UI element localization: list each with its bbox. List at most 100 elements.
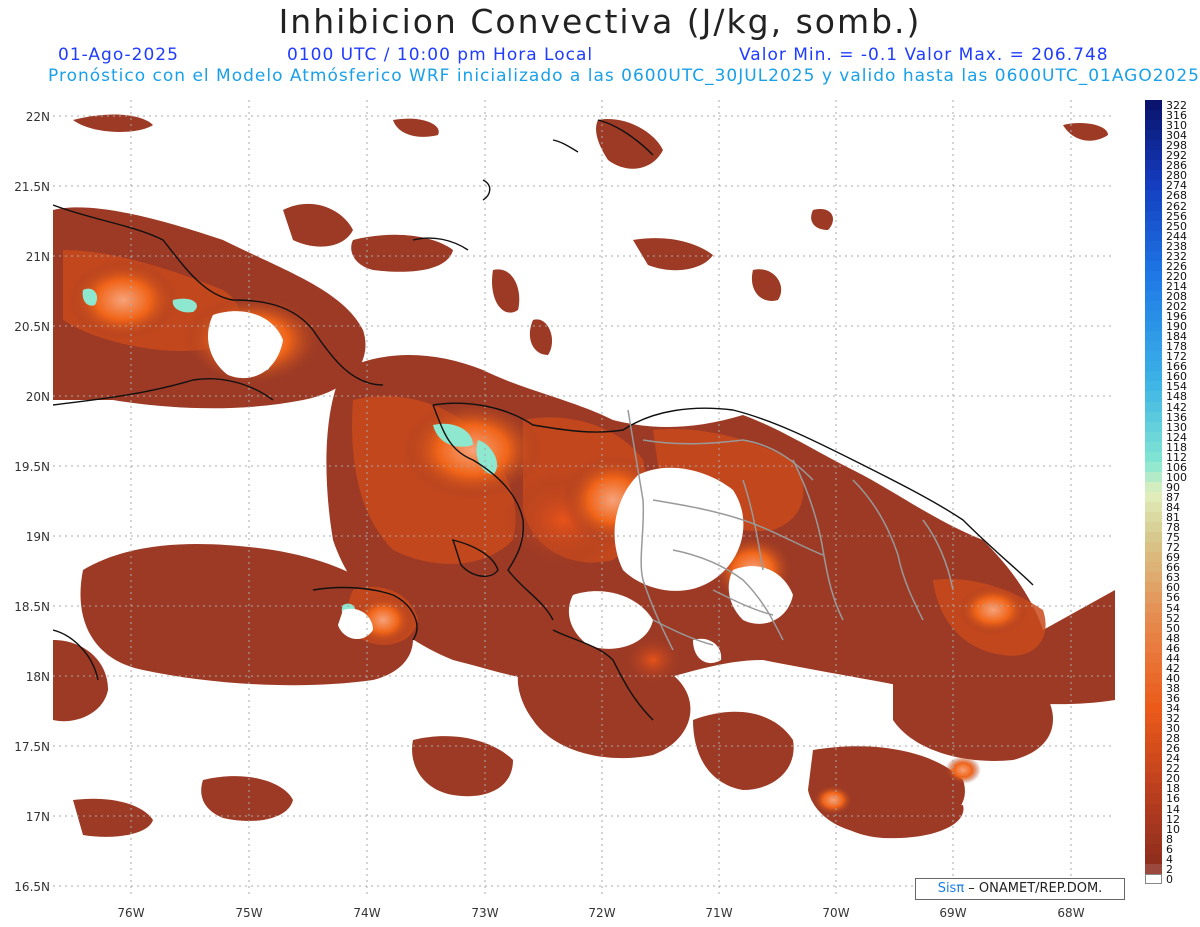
colorbar-segment bbox=[1145, 421, 1162, 433]
colorbar-segment bbox=[1145, 401, 1162, 413]
colorbar-segment bbox=[1145, 190, 1162, 201]
colorbar-segment bbox=[1145, 290, 1162, 302]
colorbar-segment bbox=[1145, 703, 1162, 714]
credit-text: – ONAMET/REP.DOM. bbox=[964, 881, 1103, 896]
colorbar-segment bbox=[1145, 250, 1162, 262]
colorbar-segment bbox=[1145, 270, 1162, 282]
lat-label: 16.5N bbox=[14, 880, 50, 894]
colorbar-segment bbox=[1145, 381, 1162, 392]
colorbar-segment bbox=[1145, 723, 1162, 734]
colorbar-segment bbox=[1145, 371, 1162, 382]
colorbar-segment bbox=[1145, 150, 1162, 161]
colorbar-segment bbox=[1145, 682, 1162, 694]
colorbar-segment bbox=[1145, 301, 1162, 312]
colorbar-segment bbox=[1145, 823, 1162, 835]
colorbar-label: 0 bbox=[1166, 872, 1173, 886]
sispi-logo: Sisπ bbox=[937, 881, 965, 896]
colorbar-segment bbox=[1145, 602, 1162, 614]
forecast-map bbox=[53, 100, 1115, 895]
colorbar-segment bbox=[1145, 743, 1162, 754]
lat-label: 18.5N bbox=[14, 600, 50, 614]
colorbar-segment bbox=[1145, 130, 1162, 141]
colorbar-segment bbox=[1145, 873, 1162, 885]
colorbar-segment bbox=[1145, 733, 1162, 744]
lon-label: 73W bbox=[471, 906, 499, 920]
colorbar-segment bbox=[1145, 240, 1162, 252]
colorbar-segment bbox=[1145, 843, 1162, 855]
lat-label: 20N bbox=[25, 390, 50, 404]
lon-label: 68W bbox=[1057, 906, 1085, 920]
forecast-date: 01-Ago-2025 bbox=[58, 45, 179, 65]
colorbar-segment bbox=[1145, 341, 1162, 352]
lat-label: 21.5N bbox=[14, 180, 50, 194]
colorbar-segment bbox=[1145, 461, 1162, 473]
colorbar-segment bbox=[1145, 622, 1162, 634]
lon-label: 72W bbox=[588, 906, 616, 920]
colorbar-segment bbox=[1145, 160, 1162, 171]
colorbar-segment bbox=[1145, 311, 1162, 322]
colorbar-segment bbox=[1145, 210, 1162, 222]
lat-label: 17.5N bbox=[14, 740, 50, 754]
colorbar-segment bbox=[1145, 502, 1162, 513]
colorbar-segment bbox=[1145, 170, 1162, 181]
colorbar-segment bbox=[1145, 110, 1162, 121]
colorbar-segment bbox=[1145, 642, 1162, 654]
colorbar-segment bbox=[1145, 662, 1162, 674]
colorbar-segment bbox=[1145, 592, 1162, 603]
colorbar-segment bbox=[1145, 793, 1162, 804]
colorbar-segment bbox=[1145, 652, 1162, 664]
colorbar-segment bbox=[1145, 280, 1162, 292]
colorbar-segment bbox=[1145, 411, 1162, 423]
model-info: Pronóstico con el Modelo Atmósferico WRF… bbox=[48, 66, 1200, 86]
colorbar-segment bbox=[1145, 260, 1162, 272]
colorbar-segment bbox=[1145, 180, 1162, 191]
colorbar-segment bbox=[1145, 100, 1162, 111]
colorbar-segment bbox=[1145, 773, 1162, 784]
colorbar-segment bbox=[1145, 522, 1162, 533]
colorbar-segment bbox=[1145, 361, 1162, 372]
lat-label: 22N bbox=[25, 110, 50, 124]
lat-label: 19N bbox=[25, 530, 50, 544]
lon-label: 71W bbox=[705, 906, 733, 920]
colorbar-segment bbox=[1145, 763, 1162, 774]
colorbar-segment bbox=[1145, 833, 1162, 845]
colorbar-segment bbox=[1145, 532, 1162, 543]
lon-label: 74W bbox=[353, 906, 381, 920]
lat-label: 20.5N bbox=[14, 320, 50, 334]
colorbar-segment bbox=[1145, 713, 1162, 724]
colorbar bbox=[1145, 100, 1162, 885]
colorbar-segment bbox=[1145, 542, 1162, 553]
lat-label: 21N bbox=[25, 250, 50, 264]
colorbar-segment bbox=[1145, 803, 1162, 815]
credit-box: Sisπ – ONAMET/REP.DOM. bbox=[915, 878, 1125, 900]
colorbar-segment bbox=[1145, 813, 1162, 825]
colorbar-segment bbox=[1145, 220, 1162, 232]
lat-label: 18N bbox=[25, 670, 50, 684]
lon-label: 70W bbox=[822, 906, 850, 920]
colorbar-segment bbox=[1145, 481, 1162, 493]
colorbar-segment bbox=[1145, 140, 1162, 151]
min-max-values: Valor Min. = -0.1 Valor Max. = 206.748 bbox=[739, 45, 1109, 65]
colorbar-segment bbox=[1145, 200, 1162, 212]
colorbar-segment bbox=[1145, 351, 1162, 362]
colorbar-segment bbox=[1145, 391, 1162, 402]
colorbar-segment bbox=[1145, 331, 1162, 342]
map-title: Inhibicion Convectiva (J/kg, somb.) bbox=[278, 2, 922, 41]
colorbar-segment bbox=[1145, 441, 1162, 453]
lon-label: 76W bbox=[117, 906, 145, 920]
colorbar-segment bbox=[1145, 431, 1162, 443]
colorbar-segment bbox=[1145, 853, 1162, 865]
colorbar-segment bbox=[1145, 692, 1162, 704]
lon-label: 69W bbox=[939, 906, 967, 920]
forecast-time: 0100 UTC / 10:00 pm Hora Local bbox=[287, 45, 594, 65]
colorbar-segment bbox=[1145, 582, 1162, 593]
colorbar-segment bbox=[1145, 632, 1162, 644]
colorbar-segment bbox=[1145, 753, 1162, 764]
colorbar-segment bbox=[1145, 572, 1162, 583]
lat-label: 19.5N bbox=[14, 460, 50, 474]
lon-label: 75W bbox=[235, 906, 263, 920]
lat-label: 17N bbox=[25, 810, 50, 824]
colorbar-segment bbox=[1145, 612, 1162, 624]
colorbar-segment bbox=[1145, 120, 1162, 131]
colorbar-segment bbox=[1145, 562, 1162, 573]
